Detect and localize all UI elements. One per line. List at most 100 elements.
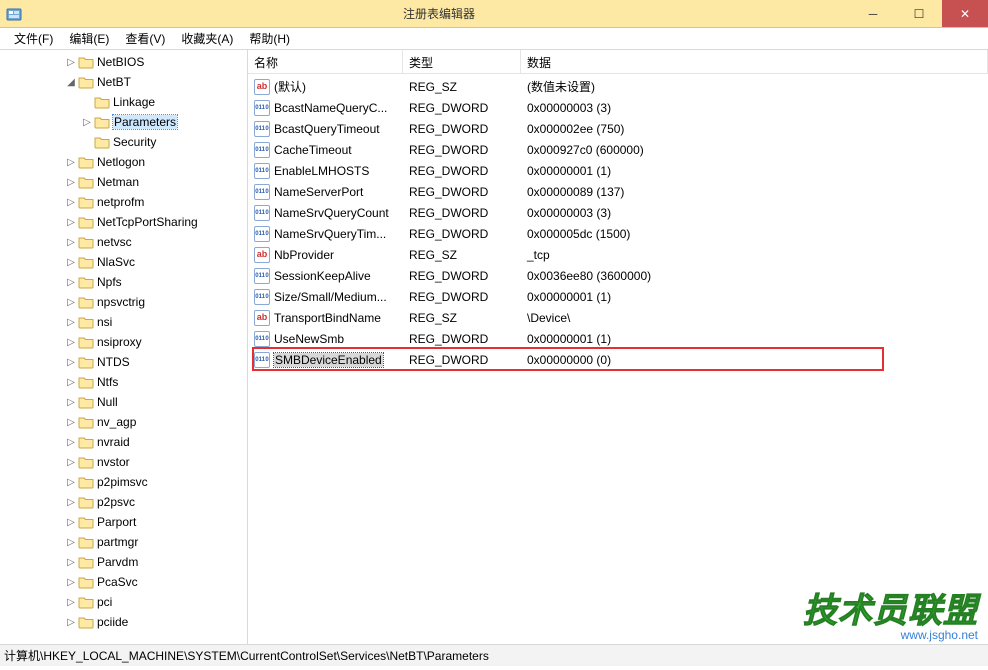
tree-item[interactable]: ▷NlaSvc xyxy=(0,252,248,272)
reg-string-icon: ab xyxy=(254,310,270,326)
tree-item[interactable]: ▷NetTcpPortSharing xyxy=(0,212,248,232)
expander-closed-icon[interactable]: ▷ xyxy=(64,157,78,168)
expander-closed-icon[interactable]: ▷ xyxy=(64,237,78,248)
tree-item-label: nv_agp xyxy=(97,415,136,429)
menu-view[interactable]: 查看(V) xyxy=(117,28,173,49)
status-bar: 计算机\HKEY_LOCAL_MACHINE\SYSTEM\CurrentCon… xyxy=(0,644,988,666)
reg-binary-icon: 011 0 xyxy=(254,121,270,137)
value-name: NameServerPort xyxy=(274,185,363,199)
column-header-data[interactable]: 数据 xyxy=(521,50,988,73)
expander-closed-icon[interactable]: ▷ xyxy=(64,557,78,568)
tree-item[interactable]: ▷Netman xyxy=(0,172,248,192)
tree-item-label: nvstor xyxy=(97,455,130,469)
close-button[interactable]: ✕ xyxy=(942,0,988,27)
expander-closed-icon[interactable]: ▷ xyxy=(64,377,78,388)
expander-closed-icon[interactable]: ▷ xyxy=(64,597,78,608)
expander-closed-icon[interactable]: ▷ xyxy=(80,117,94,128)
expander-closed-icon[interactable]: ▷ xyxy=(64,497,78,508)
expander-open-icon[interactable]: ◢ xyxy=(64,77,78,88)
list-row[interactable]: 011 0BcastNameQueryC...REG_DWORD0x000000… xyxy=(248,97,988,118)
list-row[interactable]: abNbProviderREG_SZ_tcp xyxy=(248,244,988,265)
cell-name: 011 0NameServerPort xyxy=(248,184,403,200)
tree-item[interactable]: ▷partmgr xyxy=(0,532,248,552)
menu-file[interactable]: 文件(F) xyxy=(6,28,61,49)
expander-closed-icon[interactable]: ▷ xyxy=(64,357,78,368)
expander-closed-icon[interactable]: ▷ xyxy=(64,397,78,408)
tree-item[interactable]: ▷Parport xyxy=(0,512,248,532)
tree-item[interactable]: ▷pciide xyxy=(0,612,248,632)
expander-closed-icon[interactable]: ▷ xyxy=(64,317,78,328)
tree-item[interactable]: ▷ nvstor xyxy=(0,452,248,472)
tree-item[interactable]: ◢NetBT xyxy=(0,72,248,92)
expander-closed-icon[interactable]: ▷ xyxy=(64,437,78,448)
folder-icon xyxy=(78,215,94,229)
tree-item[interactable]: ▷npsvctrig xyxy=(0,292,248,312)
tree-item[interactable]: ▷pci xyxy=(0,592,248,612)
list-row[interactable]: 011 0BcastQueryTimeoutREG_DWORD0x000002e… xyxy=(248,118,988,139)
list-row[interactable]: 011 0NameSrvQueryCountREG_DWORD0x0000000… xyxy=(248,202,988,223)
expander-closed-icon[interactable]: ▷ xyxy=(64,57,78,68)
tree-item[interactable]: ▷Parvdm xyxy=(0,552,248,572)
cell-name: 011 0Size/Small/Medium... xyxy=(248,289,403,305)
expander-closed-icon[interactable]: ▷ xyxy=(64,337,78,348)
expander-closed-icon[interactable]: ▷ xyxy=(64,217,78,228)
menu-edit[interactable]: 编辑(E) xyxy=(61,28,117,49)
expander-closed-icon[interactable]: ▷ xyxy=(64,277,78,288)
tree-item[interactable]: ▷NetBIOS xyxy=(0,52,248,72)
minimize-button[interactable]: ─ xyxy=(850,0,896,27)
list-row[interactable]: 011 0EnableLMHOSTSREG_DWORD0x00000001 (1… xyxy=(248,160,988,181)
value-name: NameSrvQueryCount xyxy=(274,206,389,220)
expander-closed-icon[interactable]: ▷ xyxy=(64,617,78,628)
expander-closed-icon[interactable]: ▷ xyxy=(64,477,78,488)
tree-item[interactable]: ▷p2psvc xyxy=(0,492,248,512)
tree-item[interactable]: ▷PcaSvc xyxy=(0,572,248,592)
tree-item[interactable]: ▷netvsc xyxy=(0,232,248,252)
expander-closed-icon[interactable]: ▷ xyxy=(64,297,78,308)
tree-item[interactable]: ▷ nv_agp xyxy=(0,412,248,432)
tree-item[interactable]: ▷NTDS xyxy=(0,352,248,372)
list-row[interactable]: 011 0SessionKeepAliveREG_DWORD0x0036ee80… xyxy=(248,265,988,286)
list-row[interactable]: 011 0Size/Small/Medium...REG_DWORD0x0000… xyxy=(248,286,988,307)
list-row[interactable]: 011 0NameSrvQueryTim...REG_DWORD0x000005… xyxy=(248,223,988,244)
list-row[interactable]: 011 0NameServerPortREG_DWORD0x00000089 (… xyxy=(248,181,988,202)
tree-pane[interactable]: ▷NetBIOS◢NetBT Linkage ▷ParametersSecurity… xyxy=(0,50,248,644)
list-row[interactable]: abTransportBindNameREG_SZ\Device\ xyxy=(248,307,988,328)
folder-icon xyxy=(78,275,94,289)
tree-item[interactable]: Linkage xyxy=(0,92,248,112)
expander-closed-icon[interactable]: ▷ xyxy=(64,197,78,208)
list-row[interactable]: ab(默认)REG_SZ(数值未设置) xyxy=(248,76,988,97)
tree-item[interactable]: ▷Ntfs xyxy=(0,372,248,392)
folder-icon xyxy=(78,175,94,189)
tree-item[interactable]: ▷nsi xyxy=(0,312,248,332)
expander-closed-icon[interactable]: ▷ xyxy=(64,517,78,528)
tree-item[interactable]: ▷nsiproxy xyxy=(0,332,248,352)
folder-icon xyxy=(78,375,94,389)
tree-item[interactable]: ▷Netlogon xyxy=(0,152,248,172)
reg-binary-icon: 011 0 xyxy=(254,289,270,305)
cell-name: 011 0BcastNameQueryC... xyxy=(248,100,403,116)
cell-name: ab(默认) xyxy=(248,78,403,95)
menu-help[interactable]: 帮助(H) xyxy=(241,28,298,49)
tree-item[interactable]: ▷Parameters xyxy=(0,112,248,132)
menu-favorites[interactable]: 收藏夹(A) xyxy=(173,28,241,49)
tree-item[interactable]: ▷nvraid xyxy=(0,432,248,452)
expander-closed-icon[interactable]: ▷ xyxy=(64,257,78,268)
tree-item-label: Linkage xyxy=(113,95,155,109)
list-row[interactable]: 011 0CacheTimeoutREG_DWORD0x000927c0 (60… xyxy=(248,139,988,160)
expander-closed-icon[interactable]: ▷ xyxy=(64,537,78,548)
expander-closed-icon[interactable]: ▷ xyxy=(64,417,78,428)
expander-closed-icon[interactable]: ▷ xyxy=(64,457,78,468)
maximize-button[interactable]: ☐ xyxy=(896,0,942,27)
tree-item[interactable]: Security xyxy=(0,132,248,152)
tree-item[interactable]: ▷Null xyxy=(0,392,248,412)
expander-closed-icon[interactable]: ▷ xyxy=(64,177,78,188)
cell-data: 0x00000003 (3) xyxy=(521,206,988,220)
list-row[interactable]: 011 0SMBDeviceEnabledREG_DWORD0x00000000… xyxy=(248,349,988,370)
column-header-name[interactable]: 名称 xyxy=(248,50,403,73)
list-row[interactable]: 011 0UseNewSmbREG_DWORD0x00000001 (1) xyxy=(248,328,988,349)
column-header-type[interactable]: 类型 xyxy=(403,50,521,73)
tree-item[interactable]: ▷netprofm xyxy=(0,192,248,212)
tree-item[interactable]: ▷p2pimsvc xyxy=(0,472,248,492)
expander-closed-icon[interactable]: ▷ xyxy=(64,577,78,588)
tree-item[interactable]: ▷Npfs xyxy=(0,272,248,292)
